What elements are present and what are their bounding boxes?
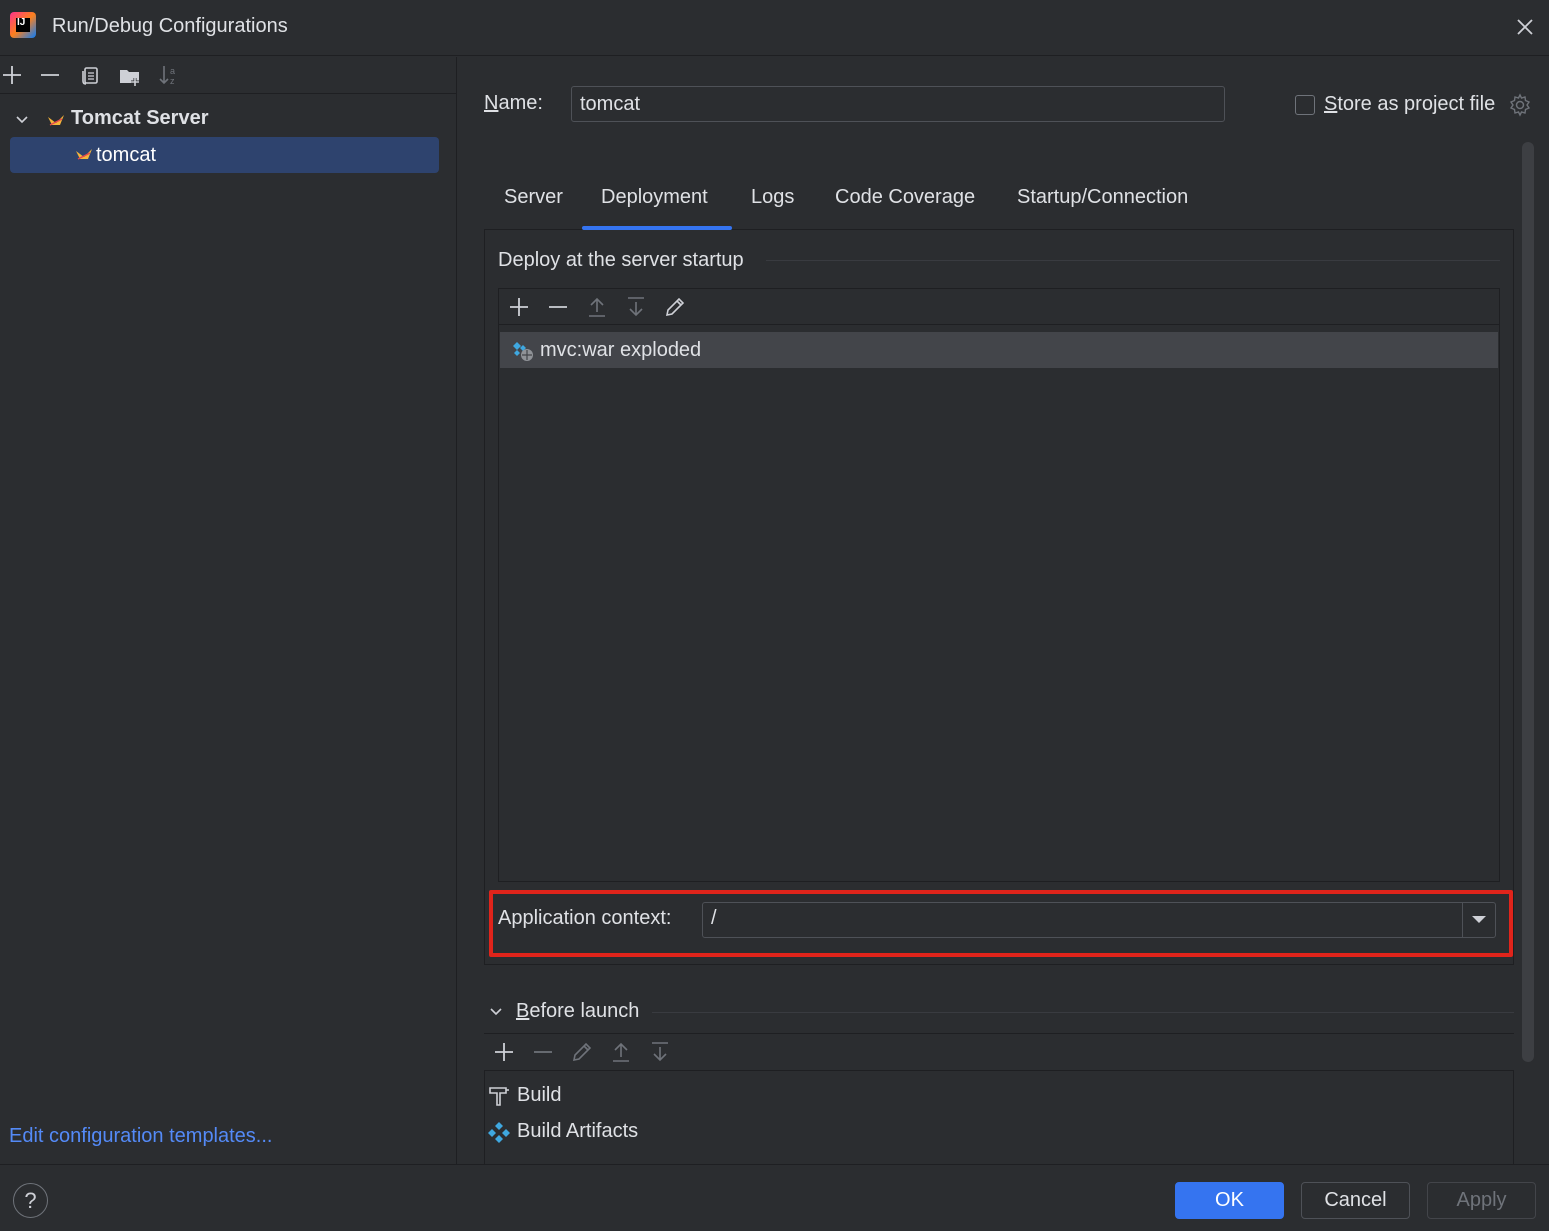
- section-separator: [766, 260, 1500, 261]
- tab-code-coverage[interactable]: Code Coverage: [835, 186, 975, 209]
- apply-button[interactable]: Apply: [1427, 1182, 1536, 1219]
- help-button[interactable]: ?: [13, 1183, 48, 1218]
- dropdown-arrow-icon[interactable]: [1472, 916, 1486, 923]
- section-separator: [652, 1012, 1514, 1013]
- tomcat-icon: [74, 147, 94, 165]
- deploy-toolbar: [498, 288, 1500, 325]
- cancel-button[interactable]: Cancel: [1301, 1182, 1410, 1219]
- application-context-value[interactable]: /: [711, 907, 717, 930]
- tab-logs[interactable]: Logs: [751, 186, 794, 209]
- configurations-sidebar: [0, 57, 457, 1164]
- move-down-icon[interactable]: [624, 295, 648, 319]
- combobox-divider: [1462, 903, 1463, 937]
- before-launch-task-list: [484, 1071, 1514, 1164]
- new-folder-icon[interactable]: [118, 64, 142, 88]
- deploy-section-title: Deploy at the server startup: [498, 249, 744, 271]
- tab-startup-connection[interactable]: Startup/Connection: [1017, 186, 1188, 209]
- remove-icon[interactable]: [38, 63, 62, 87]
- intellij-app-icon: IJ: [10, 12, 36, 38]
- move-up-icon[interactable]: [585, 295, 609, 319]
- tab-server[interactable]: Server: [504, 186, 563, 209]
- configurations-toolbar: az: [0, 57, 457, 94]
- deployment-artifact-list: [498, 324, 1500, 882]
- move-up-icon[interactable]: [609, 1040, 633, 1064]
- add-icon[interactable]: [492, 1040, 516, 1064]
- before-launch-toolbar: [484, 1033, 1514, 1071]
- svg-text:a: a: [170, 66, 175, 76]
- close-button[interactable]: [1512, 14, 1538, 40]
- before-launch-item-label[interactable]: Build Artifacts: [517, 1120, 638, 1143]
- sort-icon[interactable]: az: [157, 63, 181, 87]
- name-input[interactable]: [571, 86, 1225, 122]
- edit-pencil-icon[interactable]: [570, 1040, 594, 1064]
- before-launch-item-label[interactable]: Build: [517, 1084, 561, 1107]
- tree-item-label: tomcat: [96, 144, 157, 166]
- gear-icon[interactable]: [1508, 93, 1532, 117]
- copy-icon[interactable]: [78, 63, 102, 87]
- application-context-combobox[interactable]: [702, 902, 1496, 938]
- remove-icon[interactable]: [531, 1040, 555, 1064]
- window-title: Run/Debug Configurations: [52, 15, 288, 37]
- edit-configuration-templates-link[interactable]: Edit configuration templates...: [9, 1125, 272, 1148]
- edit-pencil-icon[interactable]: [663, 295, 687, 319]
- tab-deployment[interactable]: Deployment: [601, 186, 708, 209]
- close-icon: [1517, 19, 1533, 35]
- add-icon[interactable]: [507, 295, 531, 319]
- artifact-war-exploded-icon: [511, 340, 535, 362]
- ok-button[interactable]: OK: [1175, 1182, 1284, 1219]
- build-artifacts-icon: [487, 1121, 511, 1143]
- name-label: Name:: [484, 92, 543, 114]
- tree-group-tomcat-server[interactable]: Tomcat Server: [71, 107, 208, 130]
- remove-icon[interactable]: [546, 295, 570, 319]
- vertical-scrollbar[interactable]: [1522, 142, 1534, 1062]
- before-launch-title[interactable]: Before launch: [516, 1000, 639, 1023]
- add-icon[interactable]: [0, 63, 24, 87]
- store-as-project-file-checkbox[interactable]: [1295, 95, 1315, 115]
- svg-text:z: z: [170, 76, 175, 86]
- chevron-down-icon[interactable]: [488, 1004, 504, 1020]
- chevron-down-icon[interactable]: [14, 112, 30, 128]
- build-hammer-icon: [487, 1085, 511, 1107]
- store-as-project-file-label[interactable]: Store as project file: [1324, 93, 1495, 116]
- application-context-label: Application context:: [498, 907, 672, 929]
- tomcat-icon: [46, 111, 66, 129]
- move-down-icon[interactable]: [648, 1040, 672, 1064]
- artifact-label: mvc:war exploded: [540, 339, 702, 361]
